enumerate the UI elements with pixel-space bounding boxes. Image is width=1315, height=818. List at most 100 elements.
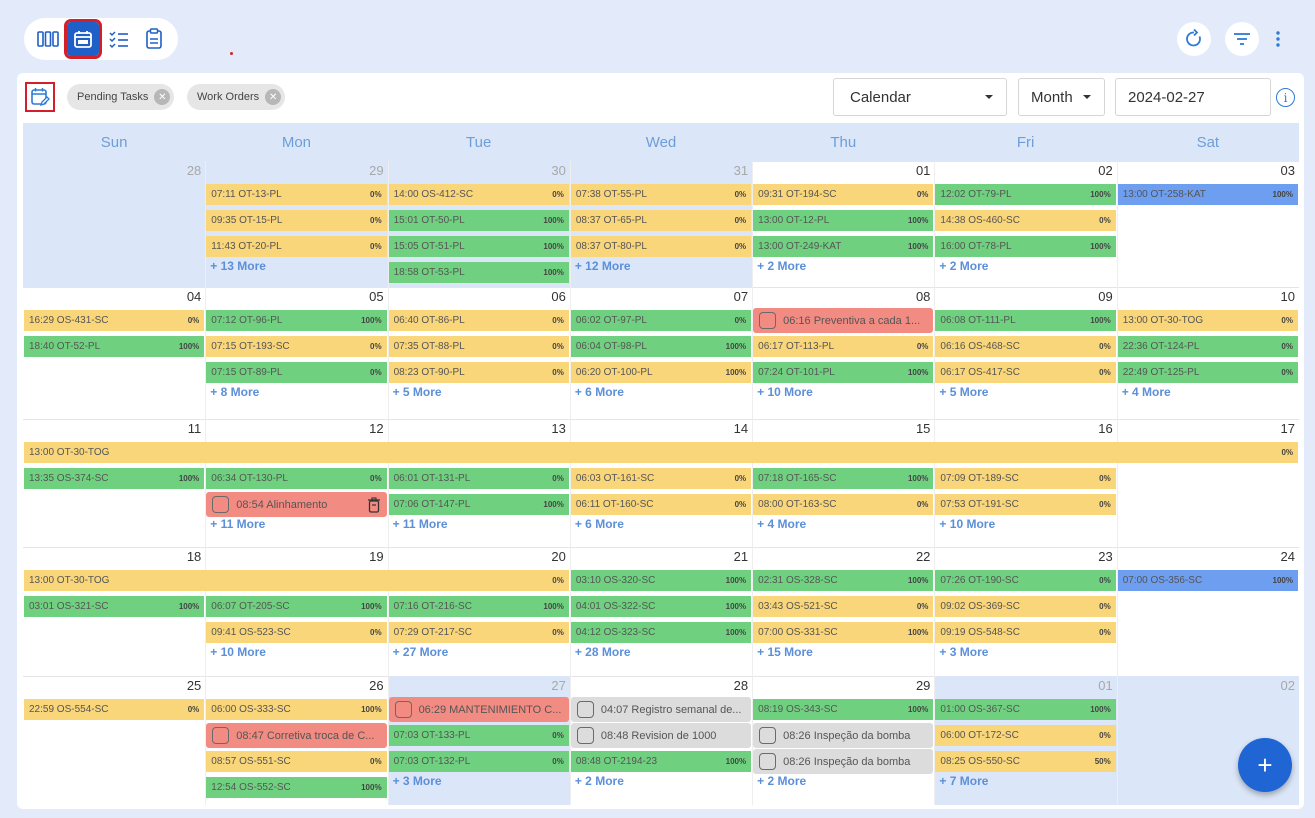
work-order-event[interactable]: 18:40 OT-52-PL 100%	[24, 336, 205, 357]
work-order-event[interactable]: 07:06 OT-147-PL 100%	[388, 494, 569, 515]
work-order-event[interactable]: 13:00 OT-12-PL 100%	[753, 210, 934, 231]
more-link[interactable]: + 27 More	[393, 645, 449, 659]
work-order-event[interactable]: 06:00 OT-172-SC 0%	[935, 725, 1116, 746]
work-order-event[interactable]: 07:15 OT-193-SC 0%	[206, 336, 387, 357]
task-event[interactable]: 08:26 Inspeção da bomba	[753, 723, 934, 748]
work-order-event[interactable]: 03:10 OS-320-SC 100%	[570, 570, 752, 591]
filter-chip-work-orders[interactable]: Work Orders ✕	[187, 84, 286, 110]
work-order-event[interactable]: 12:02 OT-79-PL 100%	[935, 184, 1116, 205]
more-link[interactable]: + 12 More	[575, 259, 631, 273]
refresh-button[interactable]	[1177, 22, 1211, 56]
work-order-event[interactable]: 09:19 OS-548-SC 0%	[935, 622, 1116, 643]
work-order-event[interactable]: 06:40 OT-86-PL 0%	[388, 310, 569, 331]
more-link[interactable]: + 10 More	[757, 385, 813, 399]
work-order-event[interactable]: 07:24 OT-101-PL 100%	[753, 362, 934, 383]
work-order-event[interactable]: 07:35 OT-88-PL 0%	[388, 336, 569, 357]
filter-button[interactable]	[1225, 22, 1259, 56]
day-cell[interactable]: 25	[23, 676, 205, 805]
task-checkbox[interactable]	[759, 753, 777, 770]
work-order-event[interactable]: 07:15 OT-89-PL 0%	[206, 362, 387, 383]
work-order-event[interactable]: 13:00 OT-30-TOG 0%	[1117, 310, 1298, 331]
work-order-event[interactable]: 08:00 OT-163-SC 0%	[753, 494, 934, 515]
work-order-event[interactable]: 07:38 OT-55-PL 0%	[570, 184, 752, 205]
work-order-event[interactable]: 08:48 OT-2194-23 100%	[570, 751, 752, 772]
trash-icon[interactable]	[367, 496, 381, 513]
work-order-event[interactable]: 02:31 OS-328-SC 100%	[753, 570, 934, 591]
work-order-event[interactable]: 06:02 OT-97-PL 0%	[570, 310, 752, 331]
work-order-event[interactable]: 16:29 OS-431-SC 0%	[24, 310, 205, 331]
work-order-event[interactable]: 06:34 OT-130-PL 0%	[206, 468, 387, 489]
more-link[interactable]: + 4 More	[1122, 385, 1171, 399]
task-event[interactable]: 06:16 Preventiva a cada 1...	[753, 308, 934, 333]
info-icon[interactable]: i	[1276, 88, 1295, 107]
work-order-event[interactable]: 13:00 OT-249-KAT 100%	[753, 236, 934, 257]
more-link[interactable]: + 5 More	[393, 385, 442, 399]
work-order-event[interactable]: 06:17 OT-113-PL 0%	[753, 336, 934, 357]
task-checkbox[interactable]	[576, 701, 594, 718]
close-icon[interactable]: ✕	[154, 89, 171, 105]
calendar-view-button[interactable]	[64, 19, 103, 59]
work-order-event[interactable]: 01:00 OS-367-SC 100%	[935, 699, 1116, 720]
more-link[interactable]: + 13 More	[210, 259, 266, 273]
work-order-event[interactable]: 06:04 OT-98-PL 100%	[570, 336, 752, 357]
more-link[interactable]: + 8 More	[210, 385, 259, 399]
work-order-event[interactable]: 07:16 OT-216-SC 100%	[388, 596, 569, 617]
more-link[interactable]: + 2 More	[575, 774, 624, 788]
work-order-event[interactable]: 22:59 OS-554-SC 0%	[24, 699, 205, 720]
task-event[interactable]: 08:48 Revision de 1000	[570, 723, 752, 748]
work-order-event[interactable]: 09:35 OT-15-PL 0%	[206, 210, 387, 231]
work-order-event[interactable]: 04:12 OS-323-SC 100%	[570, 622, 752, 643]
range-select[interactable]: Month	[1018, 78, 1105, 116]
work-order-event[interactable]: 06:16 OS-468-SC 0%	[935, 336, 1116, 357]
work-order-event[interactable]: 07:03 OT-132-PL 0%	[388, 751, 569, 772]
work-order-event[interactable]: 07:03 OT-133-PL 0%	[388, 725, 569, 746]
task-event[interactable]: 08:47 Corretiva troca de C...	[206, 723, 387, 748]
work-order-event[interactable]: 16:00 OT-78-PL 100%	[935, 236, 1116, 257]
task-checkbox[interactable]	[212, 727, 230, 744]
more-link[interactable]: + 2 More	[939, 259, 988, 273]
work-order-event[interactable]: 07:53 OT-191-SC 0%	[935, 494, 1116, 515]
work-order-event[interactable]: 03:43 OS-521-SC 0%	[753, 596, 934, 617]
calendar-settings-button[interactable]	[25, 82, 55, 112]
more-link[interactable]: + 5 More	[939, 385, 988, 399]
filter-chip-pending-tasks[interactable]: Pending Tasks ✕	[67, 84, 175, 110]
work-order-event[interactable]: 07:00 OS-331-SC 100%	[753, 622, 934, 643]
work-order-event[interactable]: 07:00 OS-356-SC 100%	[1117, 570, 1298, 591]
work-order-event[interactable]: 08:25 OS-550-SC 50%	[935, 751, 1116, 772]
more-link[interactable]: + 4 More	[757, 517, 806, 531]
checklist-view-button[interactable]	[103, 22, 135, 56]
work-order-event[interactable]: 13:35 OS-374-SC 100%	[24, 468, 205, 489]
work-order-event[interactable]: 06:03 OT-161-SC 0%	[570, 468, 752, 489]
more-link[interactable]: + 10 More	[210, 645, 266, 659]
work-order-event[interactable]: 13:00 OT-30-TOG 0%	[24, 442, 1298, 463]
work-order-event[interactable]: 11:43 OT-20-PL 0%	[206, 236, 387, 257]
more-link[interactable]: + 11 More	[210, 517, 265, 531]
work-order-event[interactable]: 12:54 OS-552-SC 100%	[206, 777, 387, 798]
day-cell[interactable]: 03	[1116, 161, 1299, 287]
work-order-event[interactable]: 09:31 OT-194-SC 0%	[753, 184, 934, 205]
work-order-event[interactable]: 14:38 OS-460-SC 0%	[935, 210, 1116, 231]
task-event[interactable]: 06:29 MANTENIMIENTO C...	[388, 697, 569, 722]
more-link[interactable]: + 2 More	[757, 774, 806, 788]
more-link[interactable]: + 6 More	[575, 517, 624, 531]
task-event[interactable]: 08:26 Inspeção da bomba	[753, 749, 934, 774]
day-cell[interactable]: 28	[23, 161, 206, 287]
task-checkbox[interactable]	[212, 496, 230, 513]
work-order-event[interactable]: 13:00 OT-30-TOG 0%	[24, 570, 569, 591]
work-order-event[interactable]: 15:05 OT-51-PL 100%	[388, 236, 569, 257]
work-order-event[interactable]: 06:20 OT-100-PL 100%	[570, 362, 752, 383]
work-order-event[interactable]: 08:57 OS-551-SC 0%	[206, 751, 387, 772]
more-link[interactable]: + 10 More	[939, 517, 995, 531]
more-link[interactable]: + 3 More	[939, 645, 988, 659]
work-order-event[interactable]: 13:00 OT-258-KAT 100%	[1117, 184, 1298, 205]
work-order-event[interactable]: 22:36 OT-124-PL 0%	[1117, 336, 1298, 357]
work-order-event[interactable]: 04:01 OS-322-SC 100%	[570, 596, 752, 617]
columns-view-button[interactable]	[32, 22, 64, 56]
more-link[interactable]: + 7 More	[939, 774, 988, 788]
close-icon[interactable]: ✕	[265, 89, 282, 105]
work-order-event[interactable]: 07:11 OT-13-PL 0%	[206, 184, 387, 205]
work-order-event[interactable]: 06:07 OT-205-SC 100%	[206, 596, 387, 617]
work-order-event[interactable]: 18:58 OT-53-PL 100%	[388, 262, 569, 283]
work-order-event[interactable]: 07:12 OT-96-PL 100%	[206, 310, 387, 331]
task-checkbox[interactable]	[576, 727, 594, 744]
